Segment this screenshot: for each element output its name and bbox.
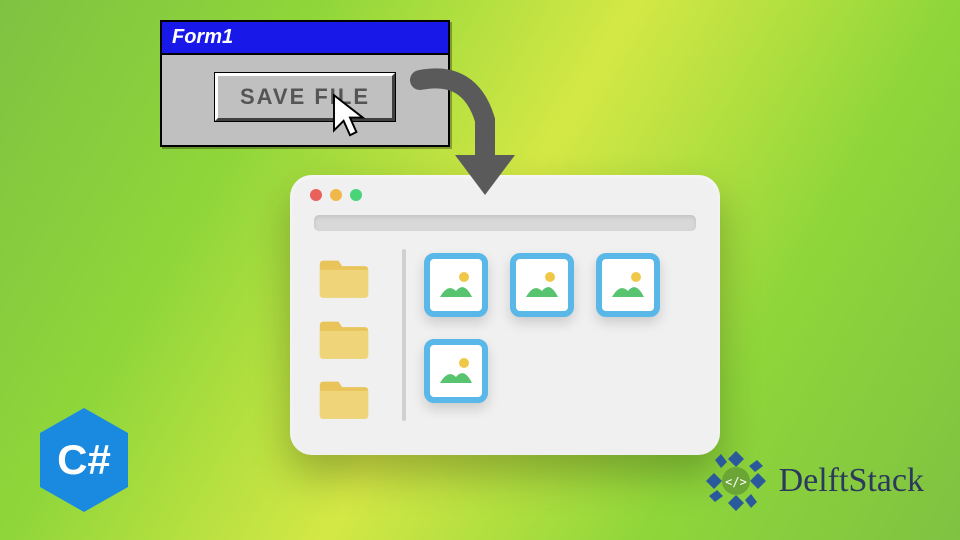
sidebar — [314, 249, 394, 421]
picture-icon — [522, 265, 562, 305]
content-grid — [424, 249, 696, 421]
close-dot-icon[interactable] — [310, 189, 322, 201]
folder-icon[interactable] — [314, 316, 374, 361]
folder-icon[interactable] — [314, 376, 374, 421]
minimize-dot-icon[interactable] — [330, 189, 342, 201]
image-thumbnail[interactable] — [424, 253, 488, 317]
image-thumbnail[interactable] — [510, 253, 574, 317]
brand-name: DelftStack — [779, 462, 924, 500]
svg-text:C#: C# — [57, 436, 111, 483]
picture-icon — [608, 265, 648, 305]
picture-icon — [436, 351, 476, 391]
picture-icon — [436, 265, 476, 305]
svg-text:</>: </> — [725, 475, 747, 489]
cursor-icon — [330, 92, 370, 140]
arrow-icon — [410, 60, 550, 220]
delftstack-logo: </> DelftStack — [701, 446, 924, 516]
image-thumbnail[interactable] — [424, 339, 488, 403]
image-thumbnail[interactable] — [596, 253, 660, 317]
maximize-dot-icon[interactable] — [350, 189, 362, 201]
browser-body — [290, 241, 720, 441]
window-title: Form1 — [172, 26, 233, 48]
form1-window: Form1 SAVE FILE — [160, 20, 450, 147]
delftstack-mark-icon: </> — [701, 446, 771, 516]
form-body: SAVE FILE — [162, 55, 448, 145]
csharp-badge-icon: C# — [34, 404, 134, 516]
divider — [402, 249, 406, 421]
titlebar: Form1 — [162, 22, 448, 55]
folder-icon[interactable] — [314, 255, 374, 300]
